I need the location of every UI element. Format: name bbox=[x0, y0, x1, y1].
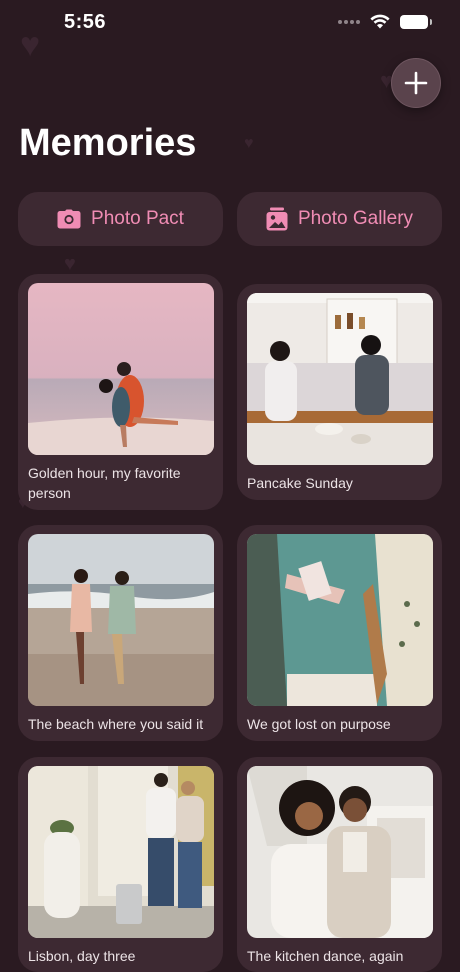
memories-screen: ♥ ♥ ♥ ♥ ♥ ♥ 5:56 Memories bbox=[0, 0, 460, 972]
camera-icon bbox=[57, 209, 81, 229]
memory-photo bbox=[247, 293, 433, 465]
memory-photo bbox=[28, 766, 214, 938]
memory-caption: The kitchen dance, again bbox=[247, 948, 404, 964]
memory-card[interactable]: The beach where you said it bbox=[18, 525, 223, 741]
status-bar: 5:56 bbox=[0, 0, 460, 48]
memory-caption: Golden hour, my favorite person bbox=[28, 465, 181, 501]
memory-card[interactable]: We got lost on purpose bbox=[237, 525, 442, 741]
cellular-signal-icon bbox=[338, 19, 360, 24]
status-icons bbox=[338, 14, 432, 29]
memory-card[interactable]: Lisbon, day three bbox=[18, 757, 223, 972]
background-heart-icon: ♥ bbox=[64, 253, 76, 275]
plus-icon bbox=[404, 71, 428, 95]
background-heart-icon: ♥ bbox=[244, 135, 254, 152]
memory-photo bbox=[247, 766, 433, 938]
memory-photo bbox=[28, 283, 214, 455]
photo-pact-button[interactable]: Photo Pact bbox=[18, 192, 223, 246]
action-row: Photo Pact Photo Gallery bbox=[18, 192, 442, 246]
photo-gallery-button[interactable]: Photo Gallery bbox=[237, 192, 442, 246]
memory-photo bbox=[247, 534, 433, 706]
gallery-icon bbox=[266, 207, 288, 231]
memory-card[interactable]: Golden hour, my favorite person bbox=[18, 274, 223, 510]
page-title: Memories bbox=[19, 122, 197, 164]
photo-gallery-label: Photo Gallery bbox=[297, 208, 414, 229]
memory-caption: Pancake Sunday bbox=[247, 475, 353, 491]
memory-caption: The beach where you said it bbox=[28, 716, 204, 732]
battery-icon bbox=[400, 14, 432, 29]
photo-pact-label: Photo Pact bbox=[91, 208, 184, 229]
wifi-icon bbox=[370, 14, 390, 29]
memory-card[interactable]: The kitchen dance, again bbox=[237, 757, 442, 972]
status-time: 5:56 bbox=[64, 11, 107, 33]
memory-caption: Lisbon, day three bbox=[28, 948, 136, 964]
memory-photo bbox=[28, 534, 214, 706]
memory-caption: We got lost on purpose bbox=[247, 716, 391, 732]
add-memory-button[interactable] bbox=[391, 58, 441, 108]
memory-card[interactable]: Pancake Sunday bbox=[237, 284, 442, 500]
